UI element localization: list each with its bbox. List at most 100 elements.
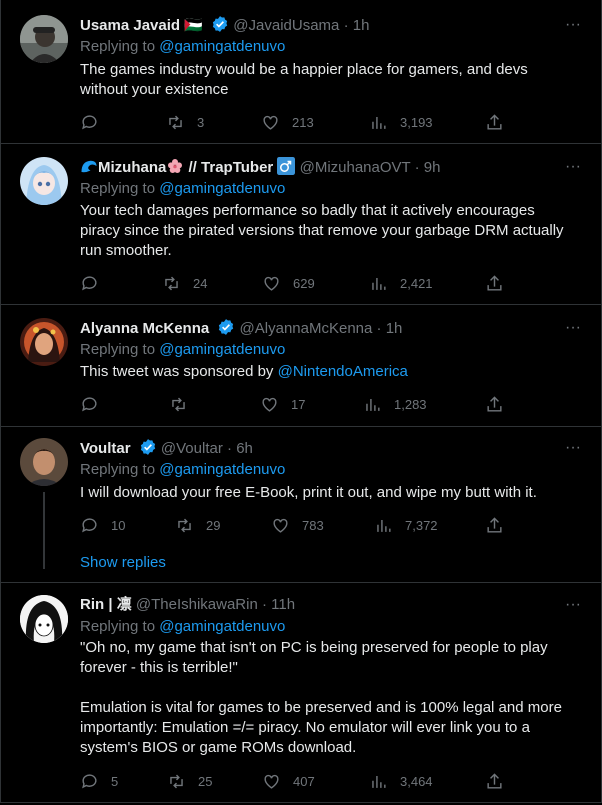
reply-button[interactable] xyxy=(80,112,99,132)
avatar[interactable] xyxy=(20,595,68,643)
like-button[interactable]: 17 xyxy=(260,394,305,414)
avatar[interactable] xyxy=(20,438,68,486)
share-icon xyxy=(487,113,502,130)
more-options-icon[interactable]: ··· xyxy=(563,17,583,40)
timestamp[interactable]: 1h xyxy=(353,17,370,34)
action-bar: 24 629 2,421 xyxy=(80,273,510,293)
views-icon xyxy=(366,398,380,411)
repost-button[interactable] xyxy=(169,394,188,414)
mention-link[interactable]: @NintendoAmerica xyxy=(278,363,408,380)
repost-icon xyxy=(170,774,183,788)
separator-dot: · xyxy=(376,320,382,337)
replying-to-handle[interactable]: @gamingatdenuvo xyxy=(159,38,285,55)
like-count: 17 xyxy=(291,396,306,412)
like-count: 629 xyxy=(293,275,315,291)
display-name[interactable]: Mizuhana xyxy=(98,159,166,176)
replying-to-handle[interactable]: @gamingatdenuvo xyxy=(159,341,285,358)
reply-tweet[interactable]: Voultar @Voultar · 6h ··· Replying to @g… xyxy=(1,427,601,583)
views-button[interactable]: 3,464 xyxy=(369,771,433,791)
show-replies-link[interactable]: Show replies xyxy=(80,553,166,573)
timestamp[interactable]: 6h xyxy=(236,440,253,457)
repost-button[interactable]: 29 xyxy=(175,515,220,535)
views-button[interactable]: 7,372 xyxy=(374,515,438,535)
view-count: 7,372 xyxy=(405,517,438,533)
show-replies-label[interactable]: Show replies xyxy=(80,554,166,571)
action-bar: 10 29 783 7,372 xyxy=(80,515,510,535)
display-name[interactable]: Voultar xyxy=(80,440,131,457)
display-name[interactable]: Usama Javaid xyxy=(80,17,180,34)
views-button[interactable]: 2,421 xyxy=(369,273,433,293)
like-count: 213 xyxy=(292,114,314,130)
reply-button[interactable] xyxy=(80,394,99,414)
action-bar: 17 1,283 xyxy=(80,394,510,414)
replying-to-handle[interactable]: @gamingatdenuvo xyxy=(159,618,285,635)
verified-badge-icon xyxy=(217,318,235,342)
share-button[interactable] xyxy=(485,273,504,293)
more-options-icon[interactable]: ··· xyxy=(563,320,583,343)
reply-tweet[interactable]: Rin | 凛 @TheIshikawaRin · 11h ··· Replyi… xyxy=(1,583,601,803)
replying-to-handle[interactable]: @gamingatdenuvo xyxy=(159,461,285,478)
repost-icon xyxy=(169,115,182,129)
like-button[interactable]: 629 xyxy=(262,273,315,293)
avatar[interactable] xyxy=(20,318,68,366)
user-handle[interactable]: @AlyannaMcKenna xyxy=(240,320,373,337)
more-options-icon[interactable]: ··· xyxy=(563,597,583,620)
more-options-icon[interactable]: ··· xyxy=(563,440,583,463)
action-bar: 5 25 407 3,464 xyxy=(80,771,510,791)
timestamp[interactable]: 11h xyxy=(271,596,295,613)
replying-to-handle[interactable]: @gamingatdenuvo xyxy=(159,180,285,197)
heart-icon xyxy=(273,518,288,533)
reply-button[interactable]: 5 xyxy=(80,771,118,791)
like-button[interactable]: 213 xyxy=(261,112,314,132)
tweet-text: This tweet was sponsored by @NintendoAme… xyxy=(80,362,585,382)
reply-icon xyxy=(82,114,97,129)
timestamp[interactable]: 9h xyxy=(424,159,441,176)
view-count: 2,421 xyxy=(400,275,433,291)
avatar[interactable] xyxy=(20,157,68,205)
avatar[interactable] xyxy=(20,15,68,63)
views-button[interactable]: 1,283 xyxy=(363,394,427,414)
heart-icon xyxy=(264,774,279,789)
reply-tweet[interactable]: Alyanna McKenna @AlyannaMcKenna · 1h ···… xyxy=(1,305,601,427)
user-handle[interactable]: @Voultar xyxy=(161,440,223,457)
like-button[interactable]: 783 xyxy=(271,515,324,535)
user-handle[interactable]: @TheIshikawaRin xyxy=(136,596,258,613)
reply-icon xyxy=(82,517,97,532)
share-button[interactable] xyxy=(485,515,504,535)
replying-to: Replying to @gamingatdenuvo xyxy=(80,460,285,480)
share-icon xyxy=(487,395,502,412)
repost-button[interactable]: 3 xyxy=(166,112,204,132)
male-sign-icon xyxy=(277,157,296,176)
heart-icon xyxy=(263,115,278,130)
heart-icon xyxy=(264,276,279,291)
separator-dot: · xyxy=(227,440,233,457)
reply-button[interactable] xyxy=(80,273,99,293)
reply-tweet[interactable]: Mizuhana // TrapTuber @MizuhanaOVT · 9h … xyxy=(1,144,601,305)
reply-button[interactable]: 10 xyxy=(80,515,125,535)
flower-emoji-icon xyxy=(166,159,184,176)
repost-count: 24 xyxy=(193,275,208,291)
more-options-icon[interactable]: ··· xyxy=(563,159,583,182)
views-icon xyxy=(372,775,386,788)
display-name[interactable]: Alyanna McKenna xyxy=(80,320,209,337)
like-button[interactable]: 407 xyxy=(262,771,315,791)
like-count: 783 xyxy=(302,517,324,533)
replying-to: Replying to @gamingatdenuvo xyxy=(80,617,285,637)
user-handle[interactable]: @JavaidUsama xyxy=(233,17,339,34)
share-button[interactable] xyxy=(485,394,504,414)
share-button[interactable] xyxy=(485,771,504,791)
share-icon xyxy=(487,516,502,533)
display-name-suffix[interactable]: // TrapTuber xyxy=(189,159,274,176)
replying-to: Replying to @gamingatdenuvo xyxy=(80,37,285,57)
tweet-text: The games industry would be a happier pl… xyxy=(80,61,528,98)
views-button[interactable]: 3,193 xyxy=(369,112,433,132)
timestamp[interactable]: 1h xyxy=(386,320,403,337)
repost-button[interactable]: 25 xyxy=(167,771,212,791)
views-icon xyxy=(377,519,391,532)
share-button[interactable] xyxy=(485,112,504,132)
tweet-text: Your tech damages performance so badly t… xyxy=(80,202,564,259)
repost-button[interactable]: 24 xyxy=(162,273,207,293)
reply-tweet[interactable]: Usama Javaid 🇵🇸 @JavaidUsama · 1h ··· Re… xyxy=(1,0,601,144)
user-handle[interactable]: @MizuhanaOVT xyxy=(300,159,411,176)
display-name[interactable]: Rin | 凛 xyxy=(80,596,132,613)
